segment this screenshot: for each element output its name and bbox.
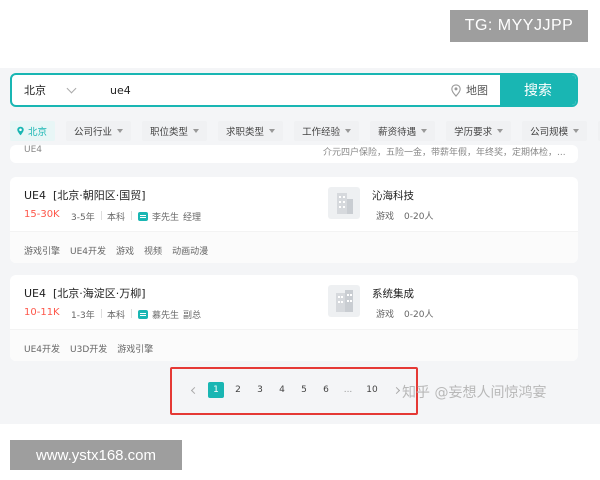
company-name[interactable]: 系统集成 xyxy=(372,286,414,301)
filter-label: 公司行业 xyxy=(74,127,113,138)
divider xyxy=(101,211,102,220)
dropdown-arrow-icon xyxy=(269,129,276,133)
dropdown-arrow-icon xyxy=(497,129,504,133)
job-name: UE4 xyxy=(24,287,46,300)
job-tag: UE4开发 xyxy=(70,247,107,257)
job-education: 本科 xyxy=(107,213,126,223)
job-tag: 游戏 xyxy=(116,247,135,257)
divider xyxy=(131,211,132,220)
company-logo[interactable] xyxy=(328,285,360,317)
dropdown-arrow-icon xyxy=(421,129,428,133)
job-location: [北京·海淀区·万柳] xyxy=(53,287,146,300)
partial-card-text: UE4 xyxy=(24,145,42,155)
job-card[interactable]: UE4 [北京·朝阳区·国贸] 15-30K 3-5年 本科 李先生 经理 沁海… xyxy=(10,177,578,263)
filter-salary[interactable]: 薪资待遇 xyxy=(370,121,436,141)
divider xyxy=(101,309,102,318)
company-industry: 游戏 xyxy=(376,212,395,222)
recruiter-info[interactable]: 慕先生 副总 xyxy=(138,308,201,321)
dropdown-arrow-icon xyxy=(573,129,580,133)
city-select-label: 北京 xyxy=(24,84,46,97)
building-icon xyxy=(337,193,353,214)
job-tag: 动画动漫 xyxy=(172,247,209,257)
company-size: 0-20人 xyxy=(404,212,434,222)
search-button[interactable]: 搜索 xyxy=(500,75,576,105)
filter-company-size[interactable]: 公司规模 xyxy=(522,121,588,141)
job-title[interactable]: UE4 [北京·海淀区·万柳] xyxy=(24,285,146,301)
recruiter-role: 副总 xyxy=(183,311,202,321)
job-tag: UE4开发 xyxy=(24,345,61,355)
job-tag: 视频 xyxy=(144,247,163,257)
job-salary: 10-11K xyxy=(24,307,60,318)
partial-card-benefits: 介元四户保险，五险一金，带薪年假，年终奖，定期体检，... xyxy=(323,148,566,158)
chat-icon xyxy=(138,212,148,221)
card-footer: UE4开发 U3D开发 游戏引擎 xyxy=(10,329,578,361)
job-experience: 1-3年 xyxy=(71,311,95,321)
filter-job-type[interactable]: 职位类型 xyxy=(142,121,208,141)
job-tag: 游戏引擎 xyxy=(24,247,61,257)
dropdown-arrow-icon xyxy=(345,129,352,133)
filter-experience[interactable]: 工作经验 xyxy=(294,121,360,141)
company-name[interactable]: 沁海科技 xyxy=(372,188,414,203)
company-meta: 游戏 0-20人 xyxy=(376,307,433,320)
job-card-partial[interactable]: UE4 介元四户保险，五险一金，带薪年假，年终奖，定期体检，... xyxy=(10,145,578,163)
recruiter-name: 李先生 xyxy=(152,213,180,223)
job-experience: 3-5年 xyxy=(71,213,95,223)
recruiter-info[interactable]: 李先生 经理 xyxy=(138,210,201,223)
job-location: [北京·朝阳区·国贸] xyxy=(53,189,146,202)
map-pin-icon xyxy=(451,83,461,97)
job-tag: 游戏引擎 xyxy=(117,345,154,355)
company-logo[interactable] xyxy=(328,187,360,219)
card-footer: 游戏引擎 UE4开发 游戏 视频 动画动漫 xyxy=(10,231,578,263)
map-button[interactable]: 地图 xyxy=(450,82,500,98)
job-card[interactable]: UE4 [北京·海淀区·万柳] 10-11K 1-3年 本科 慕先生 副总 系统… xyxy=(10,275,578,361)
chevron-down-icon xyxy=(66,83,77,94)
filter-label: 公司规模 xyxy=(530,127,569,138)
filter-label: 学历要求 xyxy=(454,127,493,138)
filter-label: 职位类型 xyxy=(150,127,189,138)
recruiter-role: 经理 xyxy=(183,213,202,223)
dropdown-arrow-icon xyxy=(193,129,200,133)
filter-city-label: 北京 xyxy=(28,127,48,138)
filter-label: 薪资待遇 xyxy=(378,127,417,138)
city-select[interactable]: 北京 xyxy=(12,75,96,105)
filter-row: 北京 公司行业 职位类型 求职类型 工作经验 薪资待遇 学历要求 公司规模 融资 xyxy=(10,120,600,142)
map-button-label: 地图 xyxy=(466,84,488,97)
building-icon xyxy=(336,290,353,312)
chat-icon xyxy=(138,310,148,319)
job-tags: 游戏引擎 UE4开发 游戏 视频 动画动漫 xyxy=(24,244,208,257)
job-title[interactable]: UE4 [北京·朝阳区·国贸] xyxy=(24,187,146,203)
filter-education[interactable]: 学历要求 xyxy=(446,121,512,141)
tg-watermark: TG: MYYJJPP xyxy=(450,10,588,42)
search-bar: 北京 地图 搜索 xyxy=(10,73,578,107)
filter-industry[interactable]: 公司行业 xyxy=(66,121,132,141)
company-size: 0-20人 xyxy=(404,310,434,320)
recruiter-name: 慕先生 xyxy=(152,311,180,321)
job-tags: UE4开发 U3D开发 游戏引擎 xyxy=(24,342,153,355)
filter-city[interactable]: 北京 xyxy=(10,121,56,141)
zhihu-watermark: 知乎 @妄想人间惊鸿宴 xyxy=(402,385,547,401)
filter-seeking-type[interactable]: 求职类型 xyxy=(218,121,284,141)
job-salary: 15-30K xyxy=(24,209,60,220)
job-tag: U3D开发 xyxy=(70,345,108,355)
dropdown-arrow-icon xyxy=(117,129,124,133)
job-name: UE4 xyxy=(24,189,46,202)
divider xyxy=(131,309,132,318)
search-input[interactable] xyxy=(96,75,450,105)
url-watermark: www.ystx168.com xyxy=(10,440,182,470)
job-education: 本科 xyxy=(107,311,126,321)
highlight-box xyxy=(170,367,418,415)
company-meta: 游戏 0-20人 xyxy=(376,209,433,222)
filter-label: 工作经验 xyxy=(302,127,341,138)
filter-label: 求职类型 xyxy=(226,127,265,138)
location-pin-icon xyxy=(17,126,24,136)
company-industry: 游戏 xyxy=(376,310,395,320)
